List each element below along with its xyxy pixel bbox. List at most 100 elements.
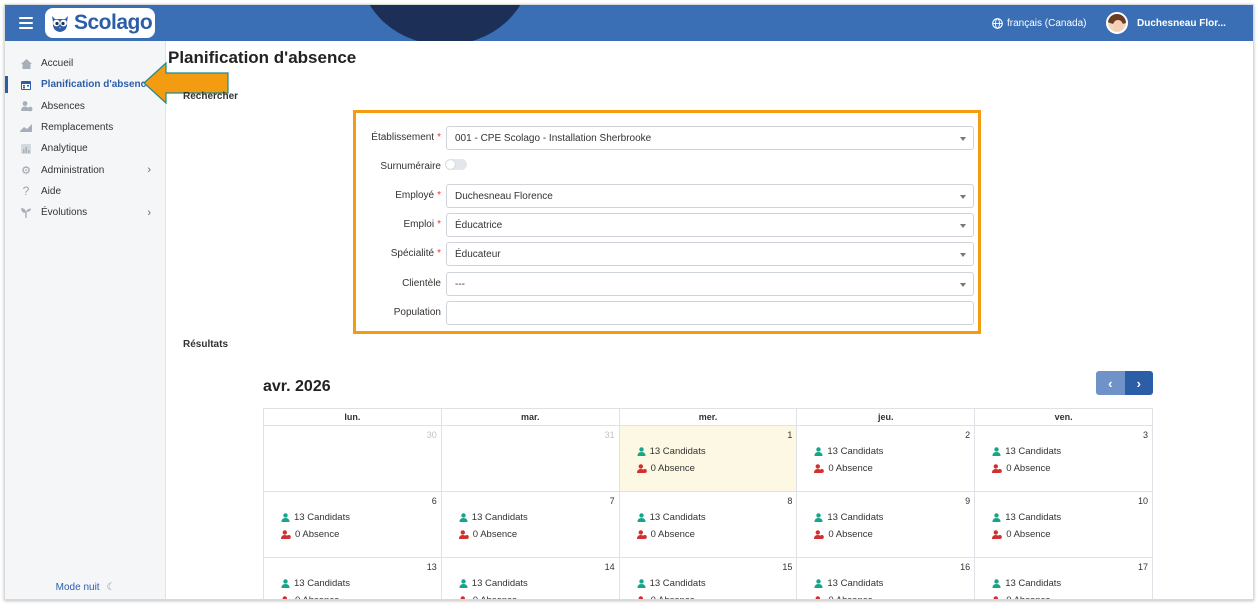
candidates-count[interactable]: 13 Candidats — [992, 446, 1061, 457]
person-absence-icon — [636, 530, 647, 539]
etablissement-select[interactable]: 001 - CPE Scolago - Installation Sherbro… — [446, 126, 974, 150]
sidebar-item-accueil[interactable]: Accueil — [5, 53, 165, 74]
emploi-select[interactable]: Éducatrice — [446, 213, 974, 237]
candidates-count[interactable]: 13 Candidats — [637, 512, 706, 523]
person-absence-icon — [282, 596, 287, 599]
night-mode-toggle[interactable]: Mode nuit ☾ — [5, 582, 166, 593]
absence-count[interactable]: 0 Absence — [814, 529, 873, 540]
surnumeraire-toggle[interactable] — [445, 159, 467, 170]
calendar-day-cell[interactable]: 3 13 Candidats 0 Absence — [974, 426, 1152, 491]
absence-count[interactable]: 0 Absence — [814, 595, 873, 599]
candidates-count[interactable]: 13 Candidats — [459, 512, 528, 523]
absence-count[interactable]: 0 Absence — [636, 463, 695, 474]
candidates-count[interactable]: 13 Candidats — [992, 578, 1061, 589]
candidates-count[interactable]: 13 Candidats — [637, 578, 706, 589]
home-icon — [19, 58, 33, 70]
app-logo[interactable]: Scolago — [45, 8, 155, 38]
absence-count[interactable]: 0 Absence — [992, 463, 1051, 474]
sidebar-item-absences[interactable]: Absences — [5, 96, 165, 117]
night-mode-label: Mode nuit — [55, 582, 100, 593]
calendar-day-cell[interactable]: 2 13 Candidats 0 Absence — [796, 426, 974, 491]
candidates-count[interactable]: 13 Candidats — [281, 578, 350, 589]
etablissement-label: Établissement * — [371, 132, 441, 143]
prev-month-button[interactable]: ‹ — [1096, 371, 1125, 395]
chevron-down-icon — [960, 137, 966, 141]
candidates-count[interactable]: 13 Candidats — [814, 512, 883, 523]
candidates-count[interactable]: 13 Candidats — [459, 578, 528, 589]
candidates-count[interactable]: 13 Candidats — [814, 578, 883, 589]
chevron-right-icon: › — [147, 164, 151, 177]
calendar-day-cell[interactable]: 14 13 Candidats 0 Absence — [440, 558, 619, 599]
candidates-label: 13 Candidats — [471, 578, 528, 589]
absence-count[interactable]: 0 Absence — [281, 529, 339, 540]
absence-count[interactable]: 0 Absence — [992, 529, 1051, 540]
results-section-label: Résultats — [183, 339, 229, 350]
candidates-label: 13 Candidats — [649, 512, 706, 523]
clientele-select[interactable]: --- — [446, 272, 974, 296]
absence-count[interactable]: 0 Absence — [636, 529, 695, 540]
absence-count[interactable]: 0 Absence — [459, 595, 517, 599]
calendar-day-cell[interactable]: 31 — [440, 426, 619, 491]
calendar-day-cell[interactable]: 16 13 Candidats 0 Absence — [796, 558, 974, 599]
brand-area: Scolago — [5, 5, 161, 41]
calendar-date-number: 17 — [1137, 562, 1148, 572]
candidates-label: 13 Candidats — [1005, 578, 1062, 589]
chevron-right-icon: › — [1136, 375, 1141, 391]
employe-row: Employé * Duchesneau Florence — [356, 184, 978, 208]
owl-logo-icon — [52, 16, 68, 32]
hamburger-menu-icon[interactable] — [19, 17, 33, 29]
calendar-week-row: 30 31 1 13 Candidats 0 Absence 2 13 Candidats 0… — [263, 426, 1153, 492]
calendar-day-cell[interactable]: 10 13 Candidats 0 Absence — [974, 492, 1152, 557]
calendar-date-number: 2 — [965, 430, 971, 440]
candidates-label: 13 Candidats — [827, 446, 884, 457]
population-row: Population — [356, 301, 978, 325]
calendar-day-cell[interactable]: 6 13 Candidats 0 Absence — [264, 492, 441, 557]
candidates-count[interactable]: 13 Candidats — [637, 446, 706, 457]
specialite-select[interactable]: Éducateur — [446, 242, 974, 266]
sidebar-item-evolutions[interactable]: Évolutions › — [5, 202, 165, 223]
person-icon — [992, 579, 1001, 588]
calendar-day-cell[interactable]: 9 13 Candidats 0 Absence — [796, 492, 974, 557]
calendar-date-number: 30 — [426, 430, 437, 440]
calendar-day-cell[interactable]: 8 13 Candidats 0 Absence — [618, 492, 797, 557]
absence-count[interactable]: 0 Absence — [458, 529, 517, 540]
candidates-count[interactable]: 13 Candidats — [992, 512, 1061, 523]
absence-count[interactable]: 0 Absence — [637, 595, 695, 599]
chevron-left-icon: ‹ — [1108, 375, 1113, 391]
sidebar-item-planification[interactable]: Planification d'absence — [5, 74, 165, 95]
calendar-date-number: 15 — [782, 562, 793, 572]
language-selector[interactable]: français (Canada) — [992, 5, 1086, 41]
chevron-down-icon — [960, 195, 966, 199]
employe-select[interactable]: Duchesneau Florence — [446, 184, 974, 208]
candidates-count[interactable]: 13 Candidats — [281, 512, 350, 523]
person-absence-icon — [815, 596, 821, 599]
calendar-day-cell[interactable]: 15 13 Candidats 0 Absence — [618, 558, 797, 599]
sidebar-item-aide[interactable]: ? Aide — [5, 181, 165, 202]
calendar-date-number: 13 — [426, 562, 437, 572]
sidebar-item-remplacements[interactable]: Remplacements — [5, 117, 165, 138]
calendar-day-cell[interactable]: 7 13 Candidats 0 Absence — [440, 492, 619, 557]
calendar-day-cell-today[interactable]: 1 13 Candidats 0 Absence — [618, 426, 797, 491]
absence-count[interactable]: 0 Absence — [281, 595, 339, 599]
calendar-date-number: 9 — [965, 496, 971, 506]
candidates-label: 13 Candidats — [827, 578, 884, 589]
specialite-row: Spécialité * Éducateur — [356, 242, 978, 266]
calendar-day-cell[interactable]: 17 13 Candidats 0 Absence — [974, 558, 1152, 599]
calendar-day-cell[interactable]: 30 — [264, 426, 441, 491]
user-menu[interactable]: Duchesneau Flor... — [1106, 5, 1226, 41]
candidates-label: 13 Candidats — [471, 512, 528, 523]
absence-count[interactable]: 0 Absence — [992, 595, 1051, 599]
sidebar-item-analytique[interactable]: Analytique — [5, 138, 165, 159]
calendar-date-number: 3 — [1142, 430, 1148, 440]
sidebar-nav: Accueil Planification d'absence Absences… — [5, 53, 165, 223]
candidates-count[interactable]: 13 Candidats — [814, 446, 883, 457]
next-month-button[interactable]: › — [1124, 371, 1153, 395]
sidebar: Accueil Planification d'absence Absences… — [5, 41, 166, 599]
absence-count[interactable]: 0 Absence — [814, 463, 873, 474]
calendar-day-cell[interactable]: 13 13 Candidats 0 Absence — [264, 558, 441, 599]
population-input[interactable] — [446, 301, 974, 325]
calendar-day-header: jeu. — [796, 409, 974, 425]
sidebar-item-administration[interactable]: ⚙ Administration › — [5, 159, 165, 180]
clientele-label: Clientèle — [402, 278, 441, 289]
calendar-icon — [19, 79, 33, 91]
